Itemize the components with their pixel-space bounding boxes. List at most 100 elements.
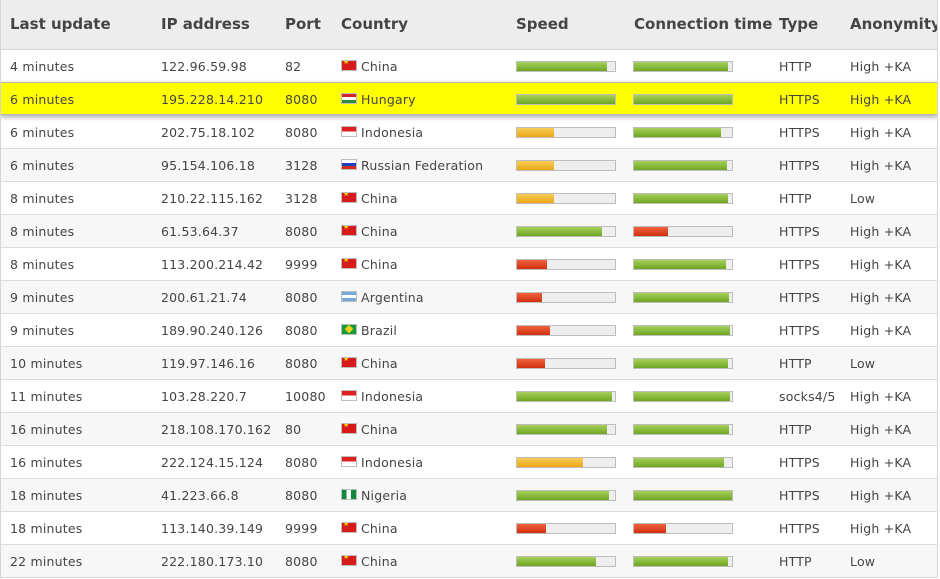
table-row[interactable]: 8 minutes 210.22.115.162 3128 China HTTP Low — [1, 182, 937, 215]
table-row[interactable]: 16 minutes 222.124.15.124 8080 Indonesia HTT… — [1, 446, 937, 479]
connection-time-bar-fill — [634, 161, 728, 170]
ip-address-cell: 189.90.240.126 — [161, 323, 264, 338]
ip-address-cell: 122.96.59.98 — [161, 59, 247, 74]
china-flag-icon — [341, 522, 357, 533]
ip-address-cell: 210.22.115.162 — [161, 191, 264, 206]
connection-time-bar-fill — [634, 491, 732, 500]
anonymity-cell: High +KA — [850, 257, 912, 272]
type-cell: HTTPS — [779, 323, 820, 338]
header-country[interactable]: Country — [341, 15, 408, 33]
table-row[interactable]: 6 minutes 202.75.18.102 8080 Indonesia HTTPS… — [1, 116, 937, 149]
port-cell: 82 — [285, 59, 302, 74]
country-cell: Indonesia — [361, 389, 424, 404]
last-update-cell: 16 minutes — [10, 422, 83, 437]
header-last-update[interactable]: Last update — [10, 15, 111, 33]
speed-bar-fill — [517, 293, 543, 302]
country-cell: Brazil — [361, 323, 398, 338]
connection-time-bar-fill — [634, 524, 667, 533]
nigeria-flag-icon — [341, 489, 357, 500]
speed-bar-fill — [517, 326, 551, 335]
last-update-cell: 18 minutes — [10, 521, 83, 536]
speed-bar — [516, 457, 616, 468]
connection-time-bar-fill — [634, 194, 729, 203]
china-flag-icon — [341, 192, 357, 203]
connection-time-bar — [633, 556, 733, 567]
table-row[interactable]: 18 minutes 113.140.39.149 9999 China HTTPS Hi… — [1, 512, 937, 545]
country-cell: China — [361, 356, 398, 371]
ip-address-cell: 195.228.14.210 — [161, 92, 264, 107]
speed-bar-fill — [517, 227, 603, 236]
connection-time-bar — [633, 160, 733, 171]
connection-time-bar — [633, 127, 733, 138]
table-row[interactable]: 8 minutes 61.53.64.37 8080 China HTTPS High +… — [1, 215, 937, 248]
last-update-cell: 4 minutes — [10, 59, 75, 74]
type-cell: HTTP — [779, 422, 812, 437]
speed-bar — [516, 424, 616, 435]
connection-time-bar — [633, 358, 733, 369]
last-update-cell: 10 minutes — [10, 356, 83, 371]
country-cell: Russian Federation — [361, 158, 484, 173]
header-type[interactable]: Type — [779, 15, 818, 33]
last-update-cell: 9 minutes — [10, 290, 75, 305]
type-cell: HTTP — [779, 59, 812, 74]
connection-time-bar — [633, 94, 733, 105]
china-flag-icon — [341, 60, 357, 71]
china-flag-icon — [341, 258, 357, 269]
port-cell: 8080 — [285, 290, 318, 305]
speed-bar-fill — [517, 260, 548, 269]
ip-address-cell: 119.97.146.16 — [161, 356, 256, 371]
speed-bar — [516, 160, 616, 171]
table-row[interactable]: 9 minutes 189.90.240.126 8080 Brazil HTTPS Hi… — [1, 314, 937, 347]
country-cell: China — [361, 59, 398, 74]
country-cell: China — [361, 554, 398, 569]
hungary-flag-icon — [341, 93, 357, 104]
header-anonymity[interactable]: Anonymity — [850, 15, 937, 33]
table-row[interactable]: 16 minutes 218.108.170.162 80 China HTTP High… — [1, 413, 937, 446]
table-row[interactable]: 4 minutes 122.96.59.98 82 China HTTP High +KA — [1, 50, 937, 83]
last-update-cell: 8 minutes — [10, 191, 75, 206]
connection-time-bar-fill — [634, 425, 730, 434]
table-row[interactable]: 9 minutes 200.61.21.74 8080 Argentina HTTPS H… — [1, 281, 937, 314]
table-row[interactable]: 8 minutes 113.200.214.42 9999 China HTTPS Hig… — [1, 248, 937, 281]
anonymity-cell: High +KA — [850, 59, 912, 74]
china-flag-icon — [341, 357, 357, 368]
header-speed[interactable]: Speed — [516, 15, 569, 33]
anonymity-cell: Low — [850, 554, 876, 569]
speed-bar-fill — [517, 128, 555, 137]
indonesia-flag-icon — [341, 126, 357, 137]
ip-address-cell: 202.75.18.102 — [161, 125, 256, 140]
header-connection-time[interactable]: Connection time — [634, 15, 772, 33]
anonymity-cell: High +KA — [850, 224, 912, 239]
ip-address-cell: 41.223.66.8 — [161, 488, 239, 503]
table-row[interactable]: 22 minutes 222.180.173.10 8080 China HTTP Low — [1, 545, 937, 577]
port-cell: 8080 — [285, 488, 318, 503]
connection-time-bar — [633, 259, 733, 270]
brazil-flag-icon — [341, 324, 357, 335]
country-cell: China — [361, 224, 398, 239]
anonymity-cell: High +KA — [850, 455, 912, 470]
table-row[interactable]: 6 minutes 95.154.106.18 3128 Russian Federa… — [1, 149, 937, 182]
table-row[interactable]: 18 minutes 41.223.66.8 8080 Nigeria HTTPS Hig… — [1, 479, 937, 512]
header-ip-address[interactable]: IP address — [161, 15, 250, 33]
last-update-cell: 6 minutes — [10, 125, 75, 140]
country-cell: China — [361, 257, 398, 272]
country-cell: Hungary — [361, 92, 416, 107]
table-row-highlighted[interactable]: 6 minutes 195.228.14.210 8080 Hungary HTTPS H… — [1, 82, 937, 115]
table-row[interactable]: 10 minutes 119.97.146.16 8080 China HTTP Low — [1, 347, 937, 380]
port-cell: 80 — [285, 422, 302, 437]
connection-time-bar-fill — [634, 227, 669, 236]
connection-time-bar — [633, 490, 733, 501]
speed-bar-fill — [517, 62, 608, 71]
table-row[interactable]: 11 minutes 103.28.220.7 10080 Indonesia sock… — [1, 380, 937, 413]
speed-bar-fill — [517, 194, 555, 203]
header-port[interactable]: Port — [285, 15, 321, 33]
port-cell: 3128 — [285, 158, 318, 173]
china-flag-icon — [341, 555, 357, 566]
last-update-cell: 6 minutes — [10, 158, 75, 173]
connection-time-bar — [633, 424, 733, 435]
ip-address-cell: 95.154.106.18 — [161, 158, 256, 173]
speed-bar — [516, 556, 616, 567]
type-cell: HTTPS — [779, 224, 820, 239]
speed-bar-fill — [517, 392, 613, 401]
ip-address-cell: 113.200.214.42 — [161, 257, 264, 272]
